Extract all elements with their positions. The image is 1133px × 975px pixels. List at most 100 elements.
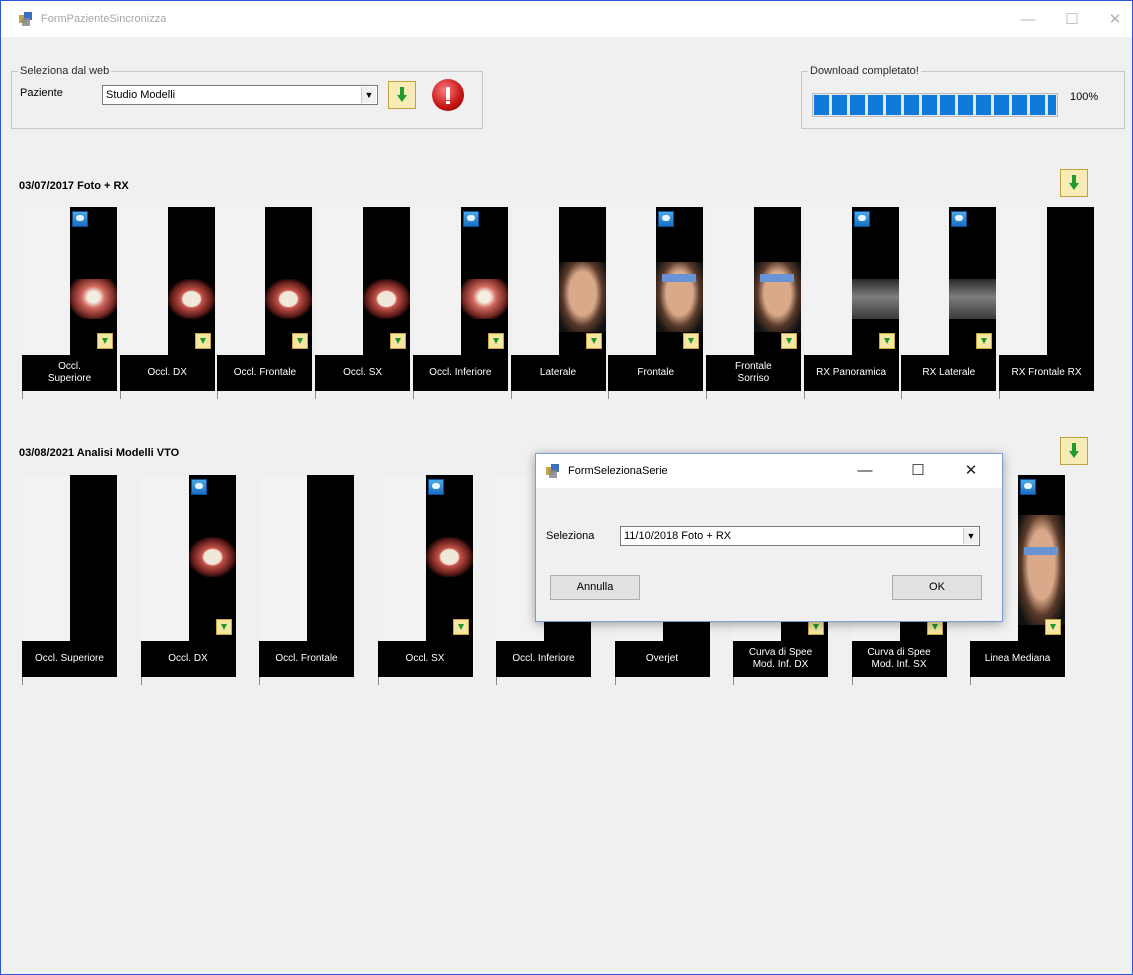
patient-combobox-value: Studio Modelli xyxy=(106,89,176,101)
close-button[interactable]: ✕ xyxy=(1093,7,1132,33)
app-icon xyxy=(546,464,560,478)
download-icon[interactable] xyxy=(585,333,602,349)
download-icon[interactable] xyxy=(1045,619,1061,635)
image-label: Curva di Spee Mod. Inf. SX xyxy=(851,641,947,677)
main-window: FormPazienteSincronizza — ☐ ✕ Seleziona … xyxy=(0,0,1133,975)
series-select-value: 11/10/2018 Foto + RX xyxy=(624,530,732,542)
occlusal-upper-photo xyxy=(70,279,117,319)
tile-divider xyxy=(412,391,414,399)
tile-divider xyxy=(315,391,317,399)
image-label: Occl. Superiore xyxy=(22,355,117,391)
download-icon[interactable] xyxy=(292,333,309,349)
tile-divider xyxy=(259,677,260,685)
window-title: FormPazienteSincronizza xyxy=(41,13,167,25)
xray-photo xyxy=(949,279,997,319)
cloud-icon xyxy=(72,211,88,227)
download-icon[interactable] xyxy=(97,333,113,349)
tile-divider xyxy=(377,677,379,685)
download-progress-percent: 100% xyxy=(1070,91,1099,103)
image-label: Occl. Frontale xyxy=(259,641,354,677)
image-tile[interactable]: Occl. Superiore xyxy=(22,207,117,391)
cloud-icon xyxy=(853,211,870,227)
tile-divider xyxy=(217,391,219,399)
image-tile[interactable]: RX Panoramica xyxy=(803,207,899,391)
image-tile[interactable]: Occl. SX xyxy=(315,207,411,391)
image-tile[interactable]: Occl. Frontale xyxy=(217,207,313,391)
privacy-bar xyxy=(1024,547,1058,555)
dialog-maximize-button[interactable]: ☐ xyxy=(895,458,941,484)
cloud-icon xyxy=(1020,479,1036,495)
cancel-button[interactable]: Annulla xyxy=(550,575,640,600)
patient-combobox[interactable]: Studio Modelli ▼ xyxy=(102,85,378,105)
dialog-close-button[interactable]: ✕ xyxy=(948,458,994,484)
download-icon[interactable] xyxy=(878,333,895,349)
image-tile[interactable]: RX Laterale xyxy=(901,207,997,391)
tile-divider xyxy=(119,391,121,399)
download-icon[interactable] xyxy=(976,333,993,349)
image-tile[interactable]: RX Frontale RX xyxy=(999,207,1094,391)
series-download-button[interactable] xyxy=(1060,437,1088,465)
dialog-minimize-button[interactable]: — xyxy=(842,458,888,484)
web-selection-legend: Seleziona dal web xyxy=(20,65,110,77)
face-photo xyxy=(1018,515,1065,625)
image-tile[interactable]: Occl. DX xyxy=(119,207,215,391)
image-label: Occl. SX xyxy=(315,355,411,391)
download-icon[interactable] xyxy=(780,333,797,349)
minimize-button[interactable]: — xyxy=(1006,7,1050,33)
tile-divider xyxy=(705,391,707,399)
download-icon[interactable] xyxy=(194,333,211,349)
tile-divider xyxy=(970,677,971,685)
cloud-icon xyxy=(951,211,968,227)
stop-button[interactable] xyxy=(432,79,464,111)
image-tile[interactable]: Frontale xyxy=(608,207,704,391)
image-tile[interactable]: Frontale Sorriso xyxy=(705,207,801,391)
image-label: RX Laterale xyxy=(901,355,997,391)
image-label: RX Frontale RX xyxy=(999,355,1094,391)
download-icon xyxy=(1069,443,1079,459)
chevron-down-icon[interactable]: ▼ xyxy=(361,87,376,103)
chevron-down-icon[interactable]: ▼ xyxy=(963,528,978,544)
image-tile[interactable]: Occl. Frontale xyxy=(259,475,354,677)
download-button[interactable] xyxy=(388,81,416,109)
tile-divider xyxy=(22,391,23,399)
image-label: Occl. Superiore xyxy=(22,641,117,677)
tile-divider xyxy=(22,677,23,685)
face-photo xyxy=(656,262,704,332)
maximize-icon: ☐ xyxy=(911,462,925,479)
image-tile[interactable]: Occl. Superiore xyxy=(22,475,117,677)
series-select-combobox[interactable]: 11/10/2018 Foto + RX ▼ xyxy=(620,526,980,546)
image-tile[interactable]: Laterale xyxy=(510,207,606,391)
download-icon[interactable] xyxy=(390,333,407,349)
image-label: Frontale Sorriso xyxy=(705,355,801,391)
dialog-title-bar: FormSelezionaSerie — ☐ ✕ xyxy=(536,454,1002,488)
image-label: Occl. SX xyxy=(377,641,473,677)
download-icon[interactable] xyxy=(452,619,469,635)
tile-divider xyxy=(901,391,903,399)
ok-button[interactable]: OK xyxy=(892,575,982,600)
download-status-group: Download completato! 100% xyxy=(801,65,1125,129)
download-icon[interactable] xyxy=(683,333,700,349)
title-bar: FormPazienteSincronizza — ☐ ✕ xyxy=(1,1,1132,37)
web-selection-group: Seleziona dal web Paziente Studio Modell… xyxy=(11,65,483,129)
image-tile[interactable]: Occl. SX xyxy=(377,475,473,677)
app-icon xyxy=(19,12,33,26)
maximize-button[interactable]: ☐ xyxy=(1050,7,1094,33)
download-progress-bar xyxy=(812,93,1058,117)
maximize-icon: ☐ xyxy=(1065,11,1079,28)
image-tile[interactable]: Occl. DX xyxy=(140,475,236,677)
image-label: Occl. DX xyxy=(119,355,215,391)
image-label: Curva di Spee Mod. Inf. DX xyxy=(733,641,828,677)
tile-divider xyxy=(510,391,512,399)
download-icon[interactable] xyxy=(215,619,232,635)
download-icon[interactable] xyxy=(487,333,504,349)
image-label: Overjet xyxy=(614,641,710,677)
tile-divider xyxy=(803,391,805,399)
teeth-photo xyxy=(188,537,236,577)
teeth-photo xyxy=(363,279,411,319)
tile-divider xyxy=(140,677,142,685)
cloud-icon xyxy=(462,211,479,227)
image-tile[interactable]: Occl. Inferiore xyxy=(412,207,508,391)
face-profile-photo xyxy=(558,262,606,332)
series-download-button[interactable] xyxy=(1060,169,1088,197)
tile-divider xyxy=(733,677,734,685)
